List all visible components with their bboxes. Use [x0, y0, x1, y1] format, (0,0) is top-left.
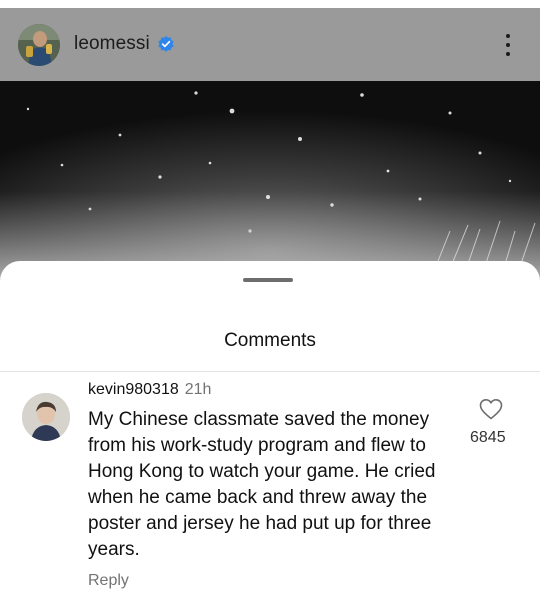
comments-sheet: Comments kevin980318 21h My Chinese class…: [0, 261, 540, 602]
more-vertical-icon[interactable]: [498, 30, 518, 62]
sheet-title: Comments: [224, 330, 316, 351]
post-image: [0, 81, 540, 281]
profile-avatar[interactable]: [18, 24, 60, 66]
heart-outline-icon[interactable]: [478, 397, 504, 421]
post-username[interactable]: leomessi: [74, 33, 150, 55]
comment-time: 21h: [184, 381, 212, 398]
comment-text: My Chinese classmate saved the money fro…: [88, 409, 436, 560]
comment-meta: kevin980318 21h: [88, 381, 211, 399]
post-header: leomessi: [0, 8, 540, 81]
verified-badge-icon: [158, 35, 174, 52]
commenter-avatar[interactable]: [22, 393, 70, 441]
divider: [0, 371, 540, 372]
post-screen: leomessi Comments kevin980318 21h My Chi…: [0, 8, 540, 602]
comment-username[interactable]: kevin980318: [88, 381, 179, 398]
post-author[interactable]: leomessi: [74, 33, 175, 55]
like-count: 6845: [470, 429, 506, 446]
sheet-drag-handle[interactable]: [243, 278, 293, 282]
reply-button[interactable]: Reply: [88, 572, 129, 590]
